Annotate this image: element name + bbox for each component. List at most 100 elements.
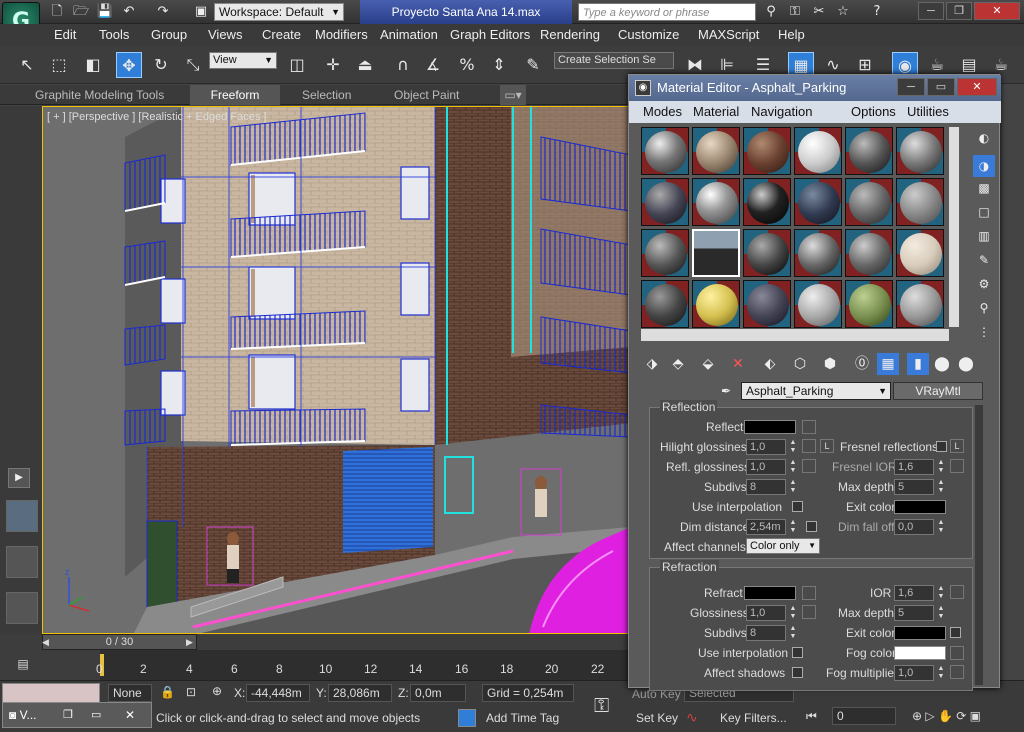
ribbon-options-icon[interactable]: ▭▾ (500, 85, 526, 105)
menu-animation[interactable]: Animation (380, 24, 438, 46)
max-depth-input[interactable]: 5 (894, 479, 934, 495)
taskbar-button[interactable]: ◙ V... ❐ ▭ ✕ (2, 702, 152, 728)
pivot-center-icon[interactable]: ◫ (284, 52, 310, 78)
communication-icon[interactable]: ✂ (810, 3, 828, 21)
z-coordinate-field[interactable]: 0,0m (410, 684, 466, 702)
fog-multiplier-input[interactable]: 1,0 (894, 665, 934, 681)
set-key-button[interactable]: Set Key (636, 711, 678, 725)
menu-graph-editors[interactable]: Graph Editors (450, 24, 530, 46)
eyedropper-icon[interactable]: ✒ (717, 382, 735, 400)
background-icon[interactable]: ▩ (973, 177, 995, 199)
material-slot[interactable] (845, 229, 893, 277)
expand-arrow-icon[interactable]: ▶ (8, 468, 30, 488)
options-icon[interactable]: ⚙ (973, 273, 995, 295)
make-preview-icon[interactable]: ✎ (973, 249, 995, 271)
spinner-icon[interactable]: ▲ ▼ (936, 459, 946, 475)
reset-map-icon[interactable]: ✕ (727, 353, 749, 375)
get-material-icon[interactable]: ⬗ (641, 353, 663, 375)
put-to-library-icon[interactable]: ⬢ (819, 353, 841, 375)
dim-falloff-input[interactable]: 0,0 (894, 519, 934, 535)
tab-graphite-modeling[interactable]: Graphite Modeling Tools (35, 85, 164, 105)
affect-channels-dropdown[interactable]: Color only ▼ (746, 538, 820, 554)
chevron-down-icon[interactable]: ▼ (878, 383, 887, 399)
spinner-icon[interactable]: ▲ ▼ (788, 519, 798, 535)
lock-fresnel-button[interactable]: L (950, 439, 964, 453)
refract-map-button[interactable] (802, 586, 816, 600)
y-coordinate-field[interactable]: 28,086m (328, 684, 392, 702)
slots-vertical-scrollbar[interactable] (949, 127, 959, 327)
close-icon[interactable]: ✕ (125, 703, 135, 727)
material-slot[interactable] (641, 229, 689, 277)
project-folder-icon[interactable]: ▣ (192, 3, 210, 21)
material-slot[interactable] (845, 127, 893, 175)
material-slot[interactable] (743, 178, 791, 226)
material-slot[interactable] (692, 280, 740, 328)
affect-shadows-checkbox[interactable] (792, 667, 803, 678)
time-slider[interactable]: 0 / 30 (42, 634, 197, 650)
parameters-scrollbar[interactable] (975, 405, 983, 685)
fresnel-ior-input[interactable]: 1,6 (894, 459, 934, 475)
restore-icon[interactable]: ❐ (63, 703, 73, 727)
put-material-icon[interactable]: ⬘ (667, 353, 689, 375)
menu-rendering[interactable]: Rendering (540, 24, 600, 46)
save-icon[interactable]: 💾 (96, 3, 114, 21)
hilight-map-button[interactable] (802, 439, 816, 453)
exit-color-swatch[interactable] (894, 500, 946, 514)
rotate-tool-icon[interactable]: ↻ (148, 52, 174, 78)
menu-help[interactable]: Help (778, 24, 805, 46)
make-unique-icon[interactable]: ⬡ (789, 353, 811, 375)
material-slot[interactable] (743, 127, 791, 175)
menu-modifiers[interactable]: Modifiers (315, 24, 368, 46)
current-frame-field[interactable]: 0 (832, 707, 896, 725)
material-slot[interactable] (896, 229, 944, 277)
spinner-icon[interactable]: ▲ ▼ (788, 439, 798, 455)
minimize-button[interactable]: ─ (918, 2, 944, 20)
named-selection-input[interactable]: Create Selection Se (554, 52, 674, 69)
viewport-layout-button[interactable] (6, 592, 38, 624)
material-slot-active[interactable] (692, 229, 740, 277)
menu-views[interactable]: Views (208, 24, 242, 46)
new-file-icon[interactable]: 🗋 (48, 3, 66, 21)
material-slot[interactable] (845, 280, 893, 328)
select-manipulate-icon[interactable]: ✛ (320, 52, 346, 78)
viewport-label[interactable]: [ + ] [Perspective ] [Realistic + Edged … (47, 111, 267, 123)
material-slot[interactable] (794, 280, 842, 328)
go-to-parent-icon[interactable]: ⬤ (931, 353, 953, 375)
material-slot[interactable] (794, 178, 842, 226)
spinner-icon[interactable]: ▲ ▼ (936, 479, 946, 495)
edit-named-selection-icon[interactable]: ✎ (520, 52, 546, 78)
reflect-map-button[interactable] (802, 420, 816, 434)
open-file-icon[interactable]: 🗁 (72, 3, 90, 21)
use-interpolation-checkbox[interactable] (792, 501, 803, 512)
subscription-icon[interactable]: ⚿ (786, 3, 804, 21)
material-slot[interactable] (896, 280, 944, 328)
binoculars-icon[interactable]: ⚲ (762, 3, 780, 21)
transform-type-in-icon[interactable]: ⊕ (212, 684, 222, 698)
redo-icon[interactable]: ↷ (154, 3, 172, 21)
move-tool-icon[interactable]: ✥ (116, 52, 142, 78)
spinner-icon[interactable]: ▲ ▼ (788, 605, 798, 621)
glossiness-input[interactable]: 1,0 (746, 605, 786, 621)
material-slot[interactable] (692, 178, 740, 226)
playback-controls-icon[interactable]: ⊕ ▷ ✋ ⟳ ▣ (912, 709, 981, 723)
hilight-glossiness-input[interactable]: 1,0 (746, 439, 786, 455)
percent-snap-icon[interactable]: % (454, 52, 480, 78)
menu-customize[interactable]: Customize (618, 24, 679, 46)
material-slot[interactable] (641, 127, 689, 175)
spinner-icon[interactable]: ▲ ▼ (936, 519, 946, 535)
menu-options[interactable]: Options (851, 101, 896, 123)
perspective-viewport[interactable]: [ + ] [Perspective ] [Realistic + Edged … (42, 106, 630, 634)
material-editor-window[interactable]: Material Editor - Asphalt_Parking ◉ ─ ▭ … (628, 74, 1001, 691)
maximize-icon[interactable]: ▭ (91, 703, 101, 727)
set-key-icon[interactable]: ∿ (686, 709, 698, 726)
material-name-field[interactable]: Asphalt_Parking ▼ (741, 382, 891, 400)
fresnel-ior-map-button[interactable] (950, 459, 964, 473)
lock-hilight-button[interactable]: L (820, 439, 834, 453)
material-id-icon[interactable]: ⓪ (851, 353, 873, 375)
spinner-icon[interactable]: ▲ ▼ (788, 625, 798, 641)
refl-glossiness-input[interactable]: 1,0 (746, 459, 786, 475)
menu-group[interactable]: Group (151, 24, 187, 46)
dim-distance-checkbox[interactable] (806, 521, 817, 532)
maxscript-listener[interactable] (2, 683, 100, 703)
tab-freeform[interactable]: Freeform (190, 85, 280, 105)
